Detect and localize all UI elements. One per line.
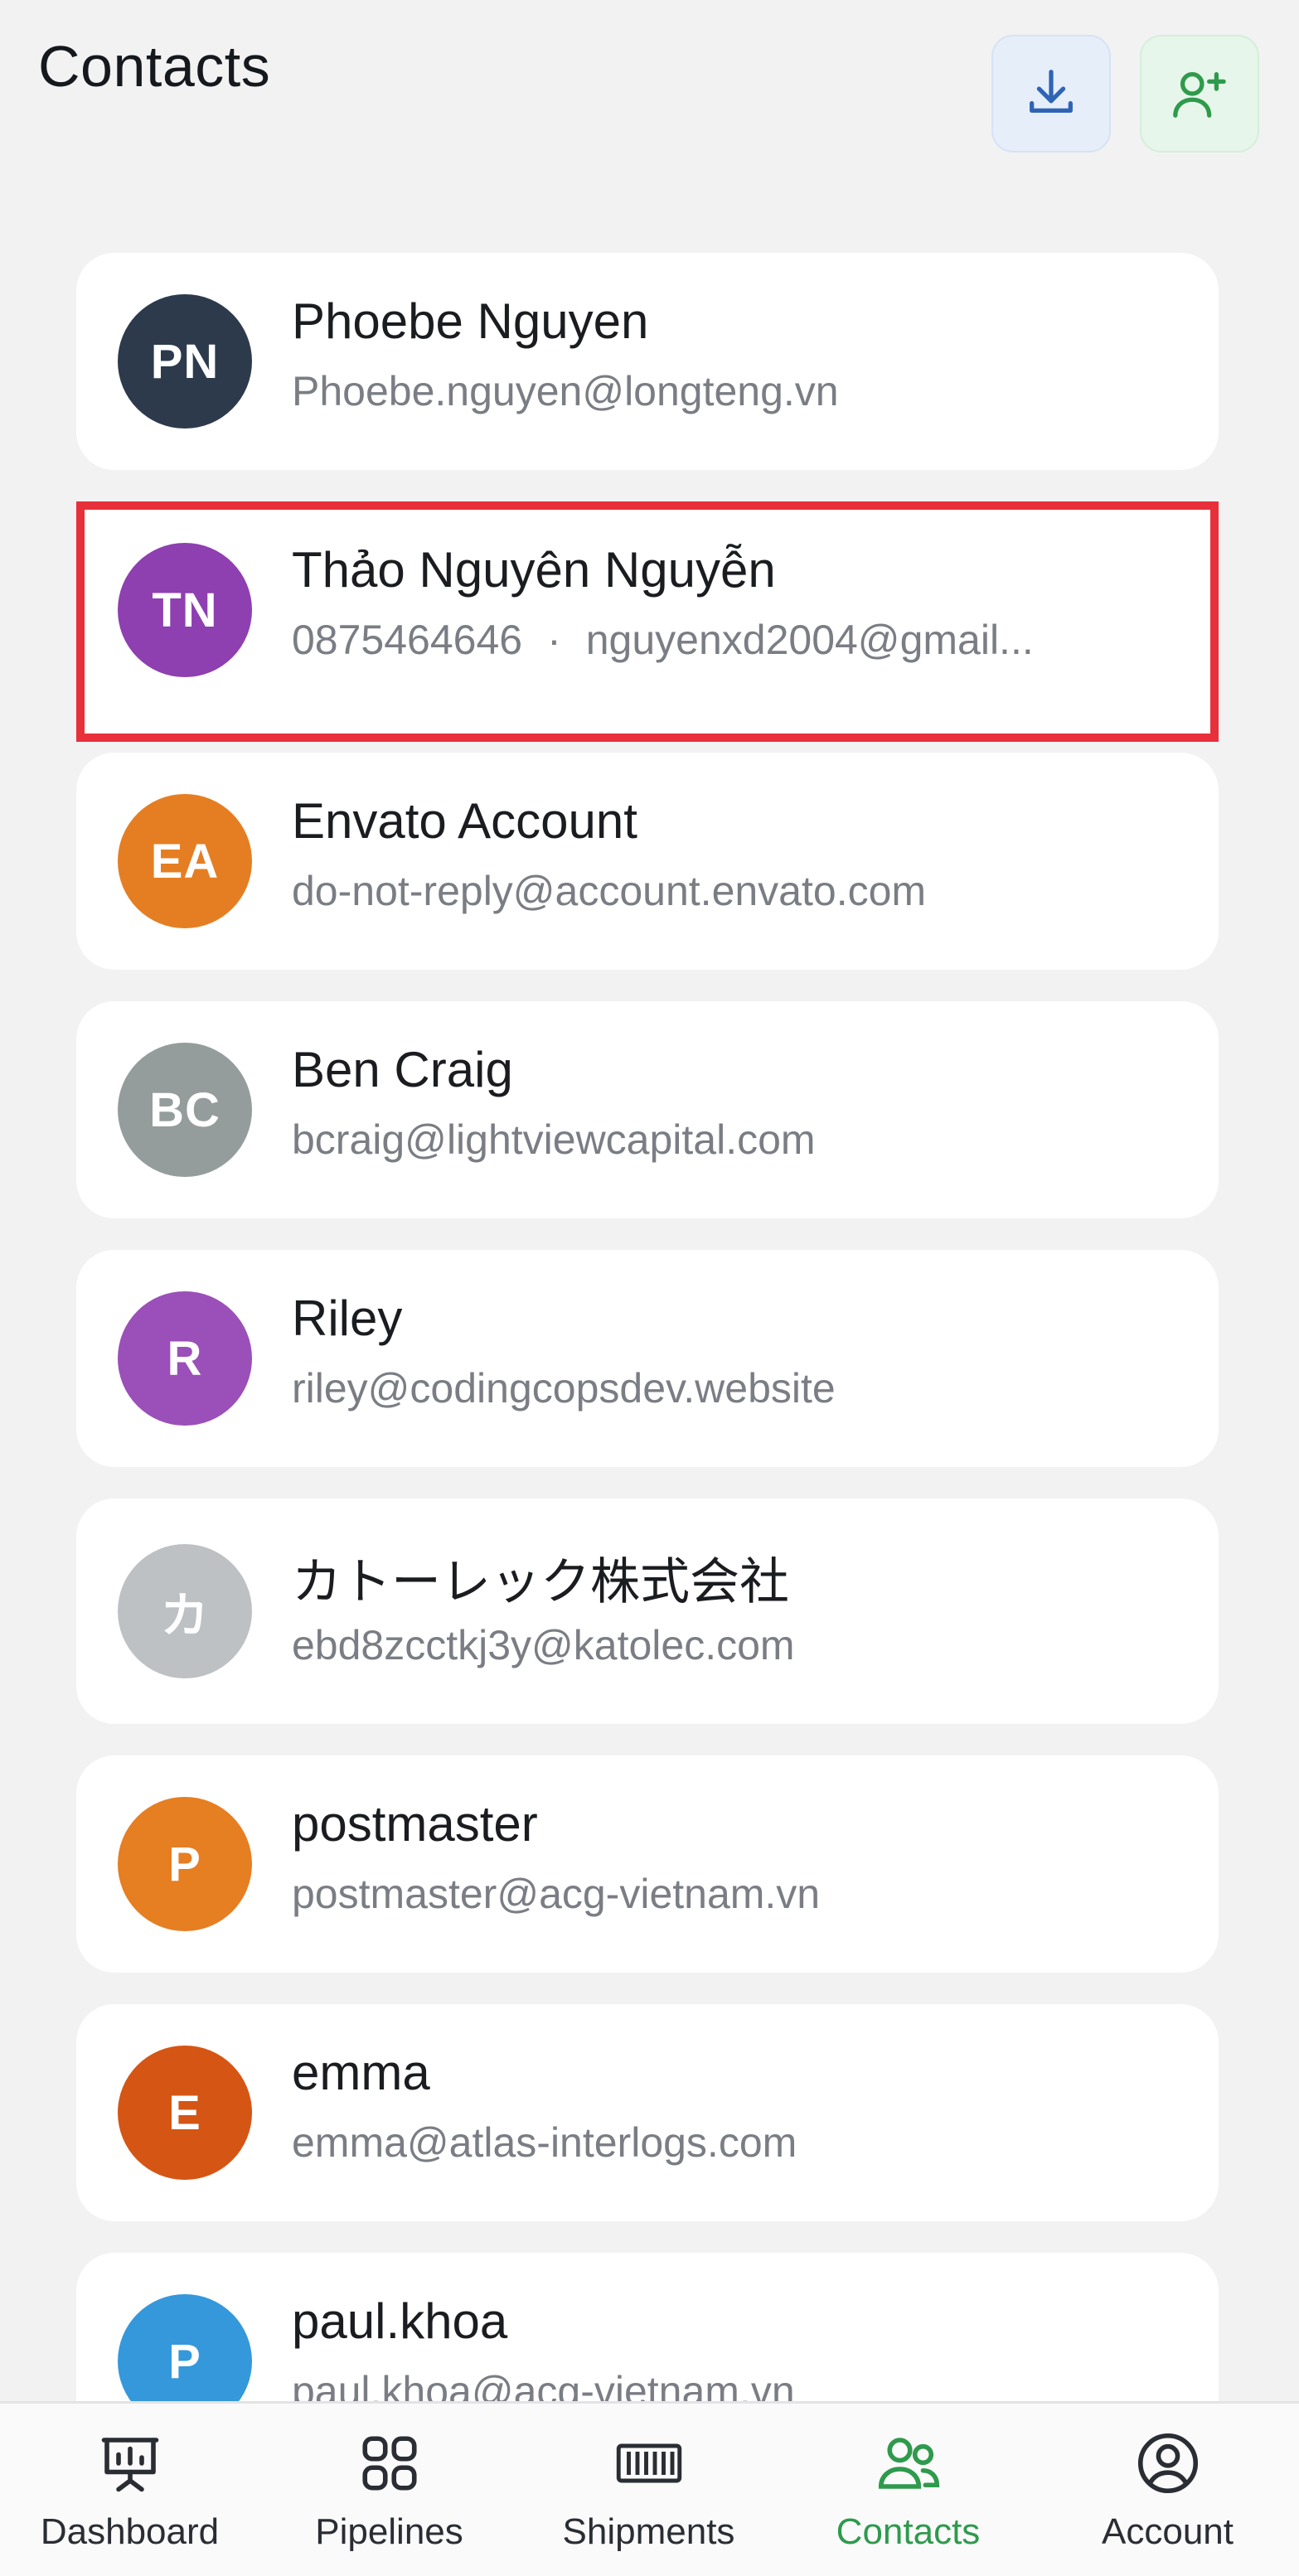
avatar: E [118, 2046, 252, 2180]
contact-email: nguyenxd2004@gmail... [585, 617, 1034, 663]
contact-card-highlighted[interactable]: TN Thảo Nguyên Nguyễn 0875464646 · nguyenx… [76, 501, 1219, 742]
tab-shipments[interactable]: Shipments [519, 2404, 778, 2576]
avatar: TN [118, 543, 252, 677]
presentation-chart-icon [101, 2438, 158, 2492]
download-button[interactable] [991, 35, 1111, 153]
contact-name: Envato Account [292, 793, 637, 849]
contact-name: Thảo Nguyên Nguyễn [292, 542, 776, 598]
user-circle-icon [1137, 2433, 1198, 2494]
add-user-icon [1173, 72, 1226, 118]
contact-name: paul.khoa [292, 2293, 508, 2349]
contact-card[interactable]: EA Envato Account do-not-reply@account.e… [76, 753, 1219, 970]
tab-label: Pipelines [315, 2511, 463, 2552]
avatar: PN [118, 294, 252, 429]
users-icon [878, 2438, 939, 2489]
page-title: Contacts [38, 34, 271, 99]
header: Contacts [0, 0, 1299, 215]
contact-email: postmaster@acg-vietnam.vn [292, 1871, 821, 1917]
avatar: カ [118, 1544, 252, 1678]
contact-card[interactable]: PN Phoebe Nguyen Phoebe.nguyen@longteng.… [76, 253, 1219, 470]
contact-card[interactable]: E emma emma@atlas-interlogs.com [76, 2004, 1219, 2221]
contact-name: Ben Craig [292, 1042, 513, 1097]
grid-icon [361, 2436, 417, 2491]
contact-email: do-not-reply@account.envato.com [292, 868, 927, 914]
avatar: P [118, 1797, 252, 1931]
download-icon [1030, 70, 1073, 114]
add-contact-button[interactable] [1140, 35, 1259, 153]
separator-dot: · [547, 617, 561, 663]
contact-phone: 0875464646 [292, 617, 523, 663]
contact-email: emma@atlas-interlogs.com [292, 2119, 797, 2166]
contact-email: bcraig@lightviewcapital.com [292, 1116, 816, 1163]
contact-name: postmaster [292, 1796, 538, 1852]
avatar: EA [118, 794, 252, 928]
tab-label: Shipments [562, 2511, 735, 2552]
container-icon [616, 2443, 681, 2483]
contact-email: riley@codingcopsdev.website [292, 1365, 836, 1411]
tab-contacts[interactable]: Contacts [778, 2404, 1038, 2576]
tab-label: Dashboard [40, 2511, 220, 2552]
bottom-tab-bar: Dashboard Pipelines Shipments Contacts A… [0, 2401, 1299, 2576]
avatar: BC [118, 1043, 252, 1177]
contact-card[interactable]: P postmaster postmaster@acg-vietnam.vn [76, 1755, 1219, 1973]
contact-card[interactable]: R Riley riley@codingcopsdev.website [76, 1250, 1219, 1467]
avatar: R [118, 1291, 252, 1426]
contact-details: 0875464646 · nguyenxd2004@gmail... [292, 616, 1034, 664]
contact-name: カトーレック株式会社 [292, 1554, 789, 1610]
contact-card[interactable]: BC Ben Craig bcraig@lightviewcapital.com [76, 1001, 1219, 1218]
tab-account[interactable]: Account [1038, 2404, 1297, 2576]
tab-label: Contacts [836, 2511, 981, 2552]
tab-dashboard[interactable]: Dashboard [0, 2404, 259, 2576]
contact-name: emma [292, 2045, 430, 2100]
contact-name: Riley [292, 1290, 403, 1346]
contact-email: ebd8zcctkj3y@katolec.com [292, 1622, 795, 1668]
contact-card[interactable]: カ カトーレック株式会社 ebd8zcctkj3y@katolec.com [76, 1499, 1219, 1724]
tab-label: Account [1102, 2511, 1234, 2552]
contact-email: Phoebe.nguyen@longteng.vn [292, 368, 839, 414]
contact-name: Phoebe Nguyen [292, 293, 649, 349]
tab-pipelines[interactable]: Pipelines [259, 2404, 519, 2576]
